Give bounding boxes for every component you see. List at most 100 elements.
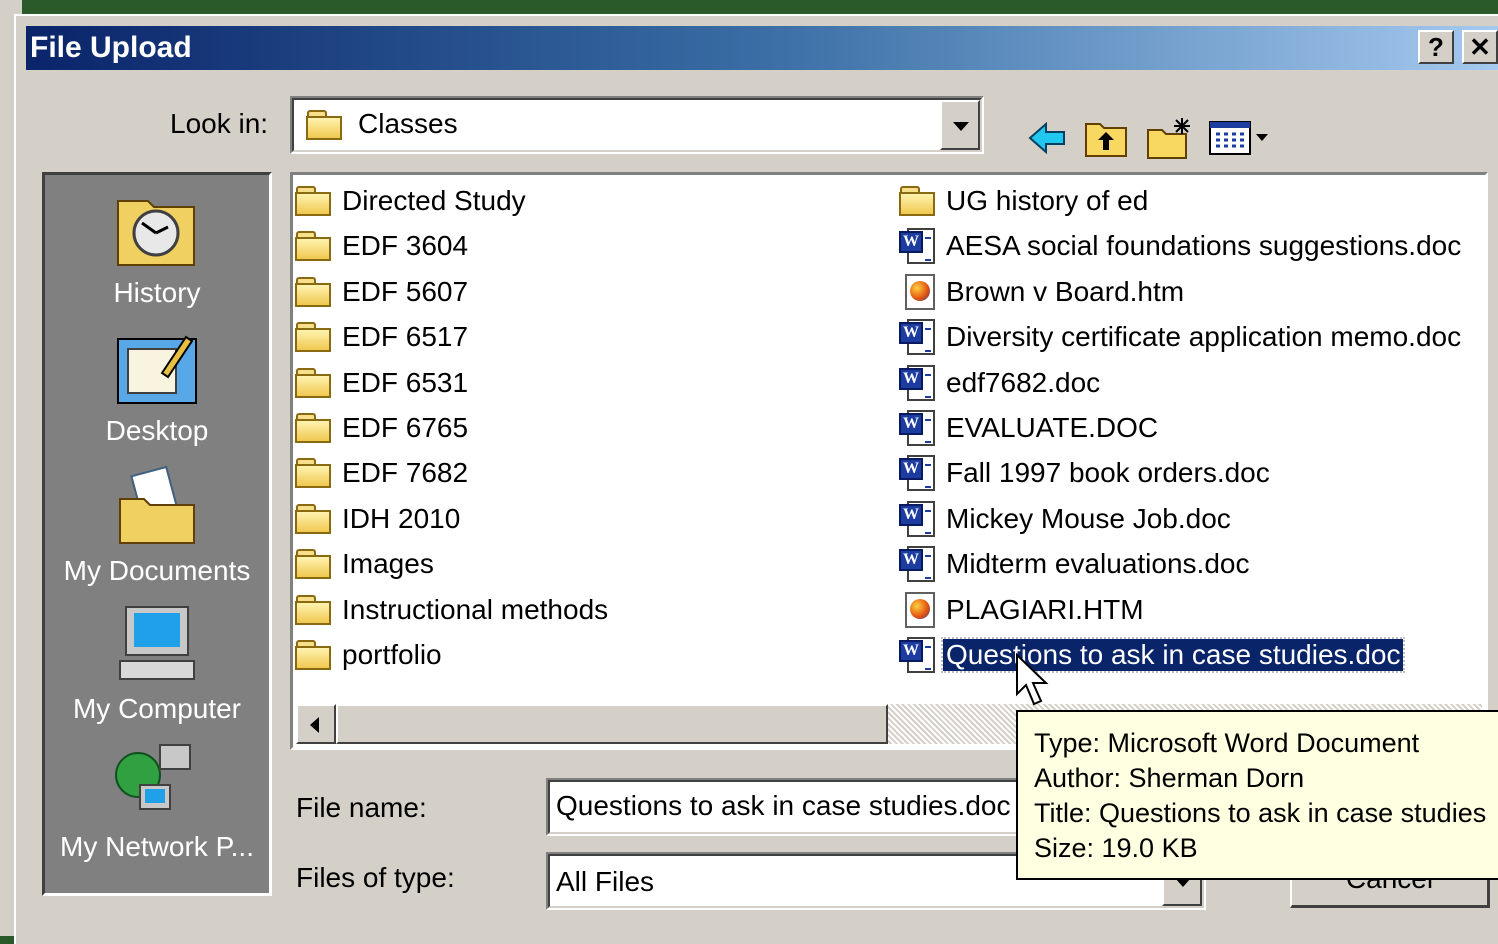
file-name: EDF 6517: [342, 321, 469, 353]
chevron-left-icon: [310, 717, 319, 733]
folder-icon: [899, 184, 937, 218]
file-name-label: File name:: [296, 792, 427, 823]
my-computer-icon: [119, 606, 195, 680]
file-list-item[interactable]: Directed Study: [295, 181, 529, 221]
look-in-dropdown-button[interactable]: [940, 100, 980, 150]
places-bar: History Desktop My Documents My Computer…: [42, 172, 272, 896]
file-name: portfolio: [342, 639, 442, 670]
file-name: Directed Study: [342, 185, 526, 216]
file-list-item[interactable]: W Mickey Mouse Job.doc: [899, 499, 1234, 539]
place-my-documents[interactable]: My Documents: [45, 465, 269, 586]
file-list-item[interactable]: PLAGIARI.HTM: [899, 590, 1147, 630]
file-name: EDF 6765: [342, 412, 469, 443]
file-list-item[interactable]: Instructional methods: [295, 590, 611, 630]
file-name: Images: [342, 548, 434, 580]
desktop-icon: [117, 335, 197, 404]
file-name: Midterm evaluations.doc: [946, 548, 1250, 580]
scroll-thumb[interactable]: [336, 704, 888, 744]
files-of-type-label: Files of type:: [296, 862, 455, 893]
file-name: Mickey Mouse Job.doc: [946, 502, 1231, 534]
my-documents-icon: [119, 465, 195, 544]
place-desktop[interactable]: Desktop: [45, 325, 269, 446]
file-list-item[interactable]: EDF 7682: [295, 453, 471, 493]
file-list-item[interactable]: EDF 5607: [295, 272, 471, 312]
folder-icon: [295, 638, 333, 672]
folder-icon: [306, 108, 344, 142]
html-document-icon: [899, 591, 937, 629]
desktop-background: [0, 0, 1498, 14]
mouse-cursor-icon: [1016, 652, 1049, 706]
file-name-value: Questions to ask in case studies.doc: [556, 790, 1011, 821]
help-button[interactable]: ?: [1418, 30, 1454, 64]
file-name: Brown v Board.htm: [946, 275, 1185, 307]
file-name: EDF 5607: [342, 275, 469, 307]
file-name: PLAGIARI.HTM: [946, 593, 1144, 625]
folder-icon: [295, 456, 333, 490]
file-name: AESA social foundations suggestions.doc: [946, 230, 1462, 262]
file-list-item[interactable]: portfolio: [295, 635, 445, 675]
html-document-icon: [899, 273, 937, 311]
file-list-item[interactable]: W Diversity certificate application memo.…: [899, 317, 1464, 357]
file-list-item[interactable]: W AESA social foundations suggestions.doc: [899, 226, 1464, 266]
file-list-item[interactable]: EDF 6765: [295, 408, 471, 448]
file-name: Diversity certificate application memo.d…: [946, 321, 1462, 353]
word-document-icon: W: [899, 500, 937, 538]
file-list-item[interactable]: EDF 3604: [295, 226, 471, 266]
view-menu-icon[interactable]: [1208, 116, 1274, 160]
file-name: IDH 2010: [342, 502, 461, 534]
place-history[interactable]: History: [45, 187, 269, 308]
up-folder-icon[interactable]: [1082, 116, 1130, 160]
title-bar[interactable]: File Upload ? ✕: [26, 26, 1498, 70]
folder-icon: [295, 502, 333, 536]
folder-icon: [295, 411, 333, 445]
folder-icon: [295, 229, 333, 263]
file-list-item[interactable]: W Midterm evaluations.doc: [899, 544, 1252, 584]
history-icon: [117, 200, 195, 266]
file-list-item[interactable]: UG history of ed: [899, 181, 1151, 221]
file-name: EDF 7682: [342, 457, 469, 489]
scroll-left-button[interactable]: [296, 704, 336, 744]
folder-icon: [295, 547, 333, 581]
word-document-icon: W: [899, 636, 937, 674]
file-list-item[interactable]: IDH 2010: [295, 499, 463, 539]
file-name: Questions to ask in case studies.doc: [940, 637, 1406, 673]
file-list-item[interactable]: Wedf7682.doc: [899, 363, 1103, 403]
word-document-icon: W: [899, 364, 937, 402]
file-name: UG history of ed: [946, 185, 1149, 216]
look-in-combo[interactable]: Classes: [290, 96, 984, 154]
back-arrow-icon[interactable]: [1026, 116, 1070, 160]
close-button[interactable]: ✕: [1462, 30, 1498, 64]
file-list-item[interactable]: W Questions to ask in case studies.doc: [899, 635, 1406, 675]
tooltip-title: Title: Questions to ask in case studies: [1034, 798, 1487, 828]
tooltip-size: Size: 19.0 KB: [1034, 833, 1198, 863]
file-name: Fall 1997 book orders.doc: [946, 457, 1270, 489]
file-name: EVALUATE.DOC: [946, 412, 1159, 443]
place-my-network-places[interactable]: My Network P...: [45, 741, 269, 862]
file-list[interactable]: Directed Study EDF 3604 EDF 5607 EDF 6517 ED…: [290, 172, 1488, 750]
file-list-item[interactable]: W Fall 1997 book orders.doc: [899, 453, 1273, 493]
tooltip-author: Author: Sherman Dorn: [1034, 763, 1305, 793]
file-list-item[interactable]: Brown v Board.htm: [899, 272, 1187, 312]
look-in-label: Look in:: [170, 108, 269, 139]
folder-icon: [295, 593, 333, 627]
file-name: edf7682.doc: [946, 366, 1101, 398]
file-list-item[interactable]: W EVALUATE.DOC: [899, 408, 1161, 448]
file-name: EDF 3604: [342, 230, 469, 262]
place-my-computer[interactable]: My Computer: [45, 603, 269, 724]
word-document-icon: W: [899, 227, 937, 265]
folder-icon: [295, 366, 333, 400]
my-network-places-icon: [115, 744, 191, 810]
folder-icon: [295, 275, 333, 309]
file-info-tooltip: Type: Microsoft Word Document Author: Sh…: [1016, 710, 1498, 880]
word-document-icon: W: [899, 409, 937, 447]
folder-icon: [295, 320, 333, 354]
file-list-item[interactable]: EDF 6531: [295, 363, 471, 403]
look-in-value: Classes: [358, 108, 458, 139]
new-folder-icon[interactable]: [1144, 116, 1194, 160]
file-list-item[interactable]: EDF 6517: [295, 317, 471, 357]
chevron-down-icon: [953, 122, 969, 131]
word-document-icon: W: [899, 545, 937, 583]
word-document-icon: W: [899, 318, 937, 356]
file-name: EDF 6531: [342, 366, 469, 398]
file-list-item[interactable]: Images: [295, 544, 437, 584]
